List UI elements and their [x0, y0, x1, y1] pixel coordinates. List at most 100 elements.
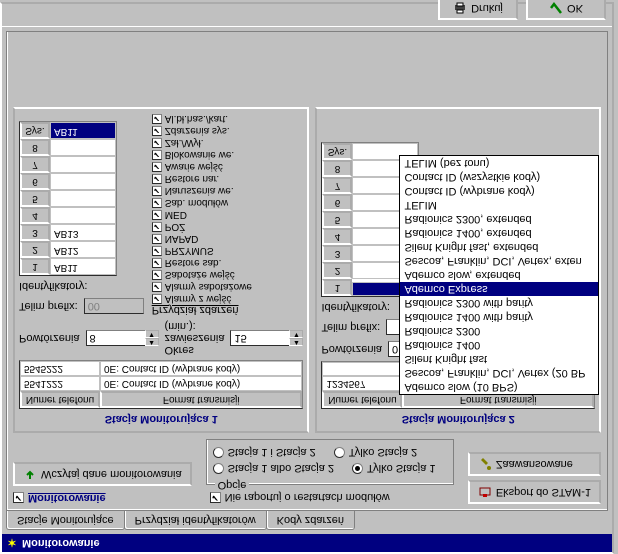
suspend-spinner[interactable]: 15 ▲▼ [230, 331, 303, 347]
event-label: PRZYMUS [165, 246, 214, 257]
opt-s1-or-s2[interactable]: Stacja 1 albo Stacja 2 [213, 463, 334, 475]
event-checkbox[interactable]: ✔Alarmy z wejść [152, 294, 304, 305]
row-header: 7 [322, 178, 352, 195]
spinner-up-icon[interactable]: ▲ [289, 339, 303, 347]
reps-spinner[interactable]: 8 ▲▼ [86, 331, 159, 347]
ok-button[interactable]: OK [526, 0, 606, 20]
dropdown-option[interactable]: Radionics 2300 with parity [400, 297, 598, 311]
footer-toolbar: Drukuj OK [2, 0, 612, 27]
spinner-down-icon[interactable]: ▼ [289, 331, 303, 339]
table-row[interactable]: 2AB12 [20, 242, 116, 259]
row-header: 1 [20, 259, 50, 276]
event-checkbox[interactable]: ✔MED [152, 210, 304, 221]
export-button[interactable]: Eksport do STAM-1 [468, 480, 601, 504]
event-checkbox[interactable]: ✔Zał./Wył. [152, 138, 304, 149]
arrow-down-icon [23, 467, 37, 481]
load-data-button[interactable]: Wczytaj dane monitorowania [13, 462, 192, 486]
spinner-up-icon[interactable]: ▲ [145, 339, 159, 347]
table-row[interactable]: 5541222 0E: Contact ID (wybrane kody) [20, 377, 302, 392]
dropdown-option[interactable]: Sescoa, Franklin, DCI, Vertex (20 BP [400, 367, 598, 381]
station2-title: Stacja Monitorująca 2 [321, 410, 595, 428]
suspend-label: Okres zawieszenia (min.): [165, 321, 225, 357]
event-checkbox[interactable]: ✔NAPAD [152, 234, 304, 245]
dropdown-option[interactable]: TELIM (bez tonu) [400, 157, 598, 171]
dropdown-option[interactable]: Silent Knight fast [400, 353, 598, 367]
dropdown-option[interactable]: Ademco Express [400, 283, 598, 297]
window-title: Monitorowanie [22, 537, 100, 549]
event-checkbox[interactable]: ✔Zdarzenia sys. [152, 126, 304, 137]
table-row[interactable]: 6 [20, 174, 116, 191]
dropdown-option[interactable]: Radionics 1400 with parity [400, 311, 598, 325]
monitoring-checkbox[interactable]: ✔ Monitorowanie [13, 492, 192, 504]
dropdown-option[interactable]: Sescoa, Franklin, DCI, Vertex, exten [400, 255, 598, 269]
event-checkbox[interactable]: ✔PRZYMUS [152, 246, 304, 257]
row-header: 1 [322, 280, 352, 297]
event-checkbox[interactable]: ✔POŻ [152, 222, 304, 233]
row-header: 4 [20, 208, 50, 225]
row-header: 3 [20, 225, 50, 242]
event-checkbox[interactable]: ✔Blokowanie we. [152, 150, 304, 161]
event-checkbox[interactable]: ✔Restore nar. [152, 174, 304, 185]
table-row[interactable]: 4 [20, 208, 116, 225]
ident-cell [50, 157, 116, 174]
dropdown-option[interactable]: Silent Knight fast, extended [400, 241, 598, 255]
event-label: Alarmy z wejść [165, 294, 232, 305]
spinner-down-icon[interactable]: ▼ [145, 331, 159, 339]
checkbox-icon: ✔ [152, 258, 162, 268]
table-row[interactable]: 5545222 0E: Contact ID (wybrane kody) [20, 362, 302, 377]
checkbox-icon: ✔ [152, 198, 162, 208]
ident-cell [50, 174, 116, 191]
ident-table: 1AB112AB123AB1345678Sys.AB11 [19, 122, 117, 277]
event-checkbox[interactable]: ✔Alarmy sabotażowe [152, 282, 304, 293]
noreport-checkbox[interactable]: ✔ Nie raportuj o restartach modułów [210, 492, 390, 504]
col-phone: Numer telefonu [322, 392, 402, 409]
dropdown-option[interactable]: Radionics 1400 [400, 339, 598, 353]
checkbox-icon: ✔ [152, 282, 162, 292]
opt-s1-and-s2[interactable]: Stacja 1 i Stacja 2 [213, 447, 316, 459]
event-checkbox[interactable]: ✔Al.bł.has./kart. [152, 114, 304, 125]
ident-cell: AB11 [50, 123, 116, 140]
event-label: Restore nar. [165, 174, 219, 185]
dropdown-option[interactable]: Contact ID (wybrane kody) [400, 185, 598, 199]
telim-input: 00 [84, 299, 144, 315]
table-row[interactable]: 1AB11 [20, 259, 116, 276]
table-row[interactable]: 7 [20, 157, 116, 174]
print-button[interactable]: Drukuj [438, 0, 518, 20]
tab-stations[interactable]: Stacje Monitorujące [6, 511, 125, 530]
col-format: Format transmisji [100, 392, 302, 409]
dropdown-option[interactable]: Ademco slow (10 BPS) [400, 381, 598, 395]
format-dropdown[interactable]: Ademco slow (10 BPS)Sescoa, Franklin, DC… [399, 156, 599, 396]
event-checkbox[interactable]: ✔Restore sab. [152, 258, 304, 269]
row-header: 6 [322, 195, 352, 212]
opt-only-s1[interactable]: Tylko Stacja 1 [352, 463, 435, 475]
event-checkbox[interactable]: ✔Sabotaże wejść [152, 270, 304, 281]
dropdown-option[interactable]: TELIM [400, 199, 598, 213]
row-header: 8 [322, 161, 352, 178]
row-header: 7 [20, 157, 50, 174]
advanced-button[interactable]: Zaawansowane [468, 452, 601, 476]
dropdown-option[interactable]: Contact ID (wszystkie kody) [400, 171, 598, 185]
table-row[interactable]: 3AB13 [20, 225, 116, 242]
table-row[interactable]: 5 [20, 191, 116, 208]
tab-ident[interactable]: Przydział identyfikatorów [124, 511, 267, 530]
row-header: 5 [322, 212, 352, 229]
table-row[interactable]: 8 [20, 140, 116, 157]
checkbox-icon: ✔ [152, 150, 162, 160]
row-header: Sys. [20, 123, 50, 140]
event-label: Sab. modułów [165, 198, 228, 209]
event-checkbox[interactable]: ✔Sab. modułów [152, 198, 304, 209]
ident-cell: AB11 [50, 259, 116, 276]
tab-codes[interactable]: Kody zdarzeń [266, 511, 355, 530]
table-row[interactable]: Sys.AB11 [20, 123, 116, 140]
dropdown-option[interactable]: Radionics 2300, extended [400, 213, 598, 227]
opt-only-s2[interactable]: Tylko Stacja 2 [334, 447, 417, 459]
event-checkbox[interactable]: ✔Awarie wejść [152, 162, 304, 173]
event-checkbox[interactable]: ✔Naruszenia we. [152, 186, 304, 197]
event-label: POŻ [165, 222, 186, 233]
station1-title: Stacja Monitorująca 1 [19, 410, 303, 428]
dropdown-option[interactable]: Radionics 2300 [400, 325, 598, 339]
dropdown-option[interactable]: Radionics 1400, extended [400, 227, 598, 241]
dropdown-option[interactable]: Ademco slow, extended [400, 269, 598, 283]
event-label: Alarmy sabotażowe [165, 282, 252, 293]
event-label: Zdarzenia sys. [165, 126, 230, 137]
